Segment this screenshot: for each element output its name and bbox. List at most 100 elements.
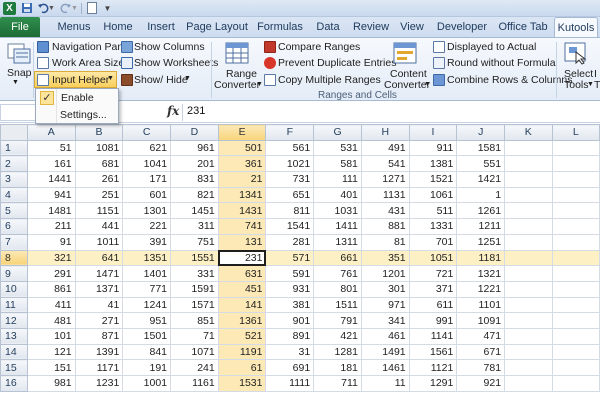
cell-f4[interactable]: 651 xyxy=(265,186,315,204)
cell-k1[interactable] xyxy=(504,139,553,157)
tab-review[interactable]: Review xyxy=(348,17,394,37)
cell-b13[interactable]: 871 xyxy=(74,327,124,345)
cell-g7[interactable]: 1311 xyxy=(313,233,362,251)
select-tools-icon[interactable] xyxy=(563,41,589,65)
cell-g3[interactable]: 111 xyxy=(313,171,362,188)
cell-i4[interactable]: 1061 xyxy=(408,186,458,204)
cell-f9[interactable]: 591 xyxy=(265,265,315,282)
select-tools-dropdown-icon[interactable]: ▼ xyxy=(587,81,594,88)
cell-d12[interactable]: 851 xyxy=(170,312,219,329)
cell-b8[interactable]: 641 xyxy=(74,249,124,267)
cell-h14[interactable]: 1491 xyxy=(360,343,410,361)
cell-a3[interactable]: 1441 xyxy=(26,171,76,188)
cell-b7[interactable]: 1011 xyxy=(74,233,124,251)
cell-h2[interactable]: 541 xyxy=(360,155,410,173)
cell-h11[interactable]: 971 xyxy=(360,296,410,314)
cell-g4[interactable]: 401 xyxy=(313,186,362,204)
menu-item-settings[interactable]: Settings... xyxy=(60,109,107,121)
row-header[interactable]: 11 xyxy=(0,296,28,314)
cell-a16[interactable]: 981 xyxy=(26,375,76,392)
tab-developer[interactable]: Developer xyxy=(434,17,490,37)
cell-a11[interactable]: 411 xyxy=(26,296,76,314)
cell-e1[interactable]: 501 xyxy=(217,139,267,157)
cell-l8[interactable] xyxy=(551,249,600,267)
tab-insert[interactable]: Insert xyxy=(140,17,182,37)
cell-d7[interactable]: 751 xyxy=(170,233,219,251)
cell-c6[interactable]: 221 xyxy=(122,218,172,235)
cell-b9[interactable]: 1471 xyxy=(74,265,124,282)
cell-l7[interactable] xyxy=(551,233,600,251)
tab-data[interactable]: Data xyxy=(310,17,346,37)
cell-k12[interactable] xyxy=(504,312,553,329)
cell-i2[interactable]: 1381 xyxy=(408,155,458,173)
cell-a5[interactable]: 1481 xyxy=(26,202,76,220)
cell-i14[interactable]: 1561 xyxy=(408,343,458,361)
cell-h3[interactable]: 1271 xyxy=(360,171,410,188)
cell-l9[interactable] xyxy=(551,265,600,282)
cell-e13[interactable]: 521 xyxy=(217,327,267,345)
range-converter-label-2[interactable]: Converter xyxy=(214,79,260,91)
cell-h16[interactable]: 11 xyxy=(360,375,410,392)
formula-input[interactable]: 231 xyxy=(187,105,205,117)
column-header-c[interactable]: C xyxy=(122,124,172,141)
cell-a1[interactable]: 51 xyxy=(26,139,76,157)
insert-function-button[interactable]: fx xyxy=(167,104,179,118)
cell-e5[interactable]: 1431 xyxy=(217,202,267,220)
cell-i10[interactable]: 371 xyxy=(408,280,458,298)
cell-d8[interactable]: 1551 xyxy=(170,249,219,267)
range-converter-dropdown-icon[interactable]: ▼ xyxy=(256,81,263,88)
column-header-k[interactable]: K xyxy=(504,124,553,141)
show-columns-button[interactable]: Show Columns xyxy=(134,41,205,53)
cell-c11[interactable]: 1241 xyxy=(122,296,172,314)
cell-j9[interactable]: 1321 xyxy=(456,265,506,282)
cell-e9[interactable]: 631 xyxy=(217,265,267,282)
cell-c16[interactable]: 1001 xyxy=(122,375,172,392)
cell-l3[interactable] xyxy=(551,171,600,188)
cell-d3[interactable]: 831 xyxy=(170,171,219,188)
cell-f10[interactable]: 931 xyxy=(265,280,315,298)
cell-b16[interactable]: 1231 xyxy=(74,375,124,392)
cell-l6[interactable] xyxy=(551,218,600,235)
column-header-i[interactable]: I xyxy=(408,124,458,141)
cell-k16[interactable] xyxy=(504,375,553,392)
row-header[interactable]: 15 xyxy=(0,359,28,376)
column-header-d[interactable]: D xyxy=(170,124,219,141)
cell-e15[interactable]: 61 xyxy=(217,359,267,376)
cell-f7[interactable]: 281 xyxy=(265,233,315,251)
cell-g11[interactable]: 1511 xyxy=(313,296,362,314)
cell-l2[interactable] xyxy=(551,155,600,173)
cell-e12[interactable]: 1361 xyxy=(217,312,267,329)
cell-d16[interactable]: 1161 xyxy=(170,375,219,392)
tab-menus[interactable]: Menus xyxy=(52,17,96,37)
cell-k15[interactable] xyxy=(504,359,553,376)
cell-c13[interactable]: 1501 xyxy=(122,327,172,345)
cell-l15[interactable] xyxy=(551,359,600,376)
cell-j1[interactable]: 1581 xyxy=(456,139,506,157)
cell-k4[interactable] xyxy=(504,186,553,204)
cell-b5[interactable]: 1151 xyxy=(74,202,124,220)
cell-c15[interactable]: 191 xyxy=(122,359,172,376)
cell-i15[interactable]: 1121 xyxy=(408,359,458,376)
range-converter-icon[interactable] xyxy=(224,41,250,65)
cell-j16[interactable]: 921 xyxy=(456,375,506,392)
cell-b6[interactable]: 441 xyxy=(74,218,124,235)
cell-k3[interactable] xyxy=(504,171,553,188)
cell-k5[interactable] xyxy=(504,202,553,220)
cell-e2[interactable]: 361 xyxy=(217,155,267,173)
cell-k13[interactable] xyxy=(504,327,553,345)
cell-j6[interactable]: 1211 xyxy=(456,218,506,235)
row-header[interactable]: 16 xyxy=(0,375,28,392)
cell-i5[interactable]: 511 xyxy=(408,202,458,220)
cell-k10[interactable] xyxy=(504,280,553,298)
menu-item-enable[interactable]: ✓ Enable xyxy=(37,90,117,106)
cell-g12[interactable]: 791 xyxy=(313,312,362,329)
excel-icon[interactable]: X xyxy=(3,2,16,15)
cell-h4[interactable]: 1131 xyxy=(360,186,410,204)
cell-j4[interactable]: 1 xyxy=(456,186,506,204)
tab-file[interactable]: File xyxy=(0,17,40,37)
cell-h1[interactable]: 491 xyxy=(360,139,410,157)
cell-h9[interactable]: 1201 xyxy=(360,265,410,282)
cell-d6[interactable]: 311 xyxy=(170,218,219,235)
cell-k9[interactable] xyxy=(504,265,553,282)
cell-c7[interactable]: 391 xyxy=(122,233,172,251)
